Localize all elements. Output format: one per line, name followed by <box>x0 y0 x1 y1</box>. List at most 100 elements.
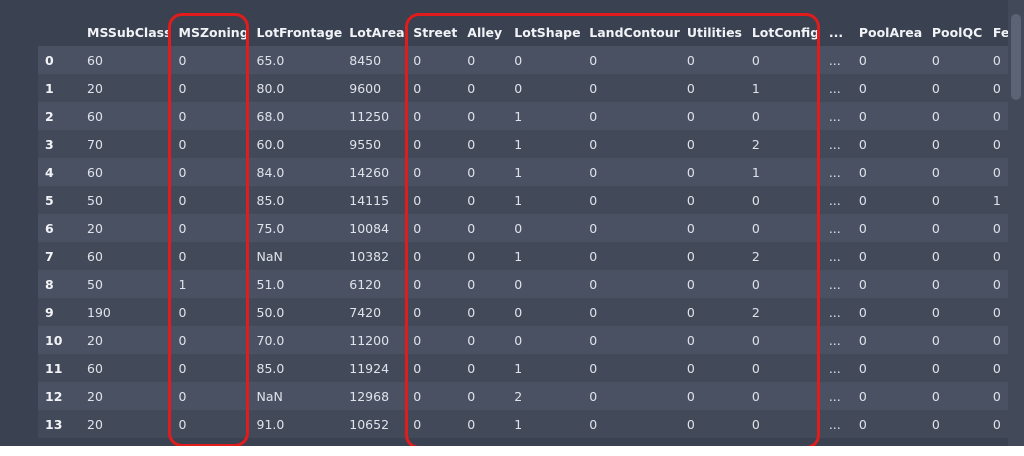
table-cell: 0 <box>751 360 760 376</box>
table-cell: 0 <box>514 80 523 96</box>
table-cell: 0 <box>589 192 598 208</box>
table-cell: 50 <box>87 192 103 208</box>
table-row: 5 50 0 85.0 14115 0 0 1 0 0 0... 0 0 1 <box>38 186 1016 214</box>
table-cell: ... <box>828 388 841 404</box>
table-cell: 0 <box>589 80 598 96</box>
table-cell: 0 <box>589 388 598 404</box>
table-row: 2 60 0 68.0 11250 0 0 1 0 0 0... 0 0 0 <box>38 102 1016 130</box>
table-cell: 60 <box>87 52 103 68</box>
column-header-street: Street <box>413 24 458 40</box>
table-cell: 9600 <box>349 80 382 96</box>
table-cell: 0 <box>467 416 476 432</box>
table-cell: 14115 <box>349 192 390 208</box>
table-cell: 0 <box>751 192 760 208</box>
table-cell: 11250 <box>349 108 390 124</box>
table-cell: ... <box>828 304 841 320</box>
table-cell: 0 <box>931 332 940 348</box>
table-cell: ... <box>828 136 841 152</box>
table-cell: 0 <box>413 360 422 376</box>
table-cell: 0 <box>686 80 695 96</box>
table-cell: 0 <box>931 276 940 292</box>
table-cell: 0 <box>589 276 598 292</box>
table-cell: 60 <box>87 164 103 180</box>
table-cell: 0 <box>686 332 695 348</box>
table-cell: 0 <box>686 136 695 152</box>
table-cell: 0 <box>467 52 476 68</box>
table-cell: 70.0 <box>256 332 285 348</box>
table-cell: 0 <box>858 416 867 432</box>
table-row: 10 20 0 70.0 11200 0 0 0 0 0 0... 0 0 0 <box>38 326 1016 354</box>
table-row: 6 20 0 75.0 10084 0 0 0 0 0 0... 0 0 0 <box>38 214 1016 242</box>
table-cell: 0 <box>467 108 476 124</box>
table-cell: 0 <box>751 52 760 68</box>
table-cell: 75.0 <box>256 220 285 236</box>
table-cell: 9550 <box>349 136 382 152</box>
ellipsis-header: ... <box>828 24 844 40</box>
vertical-scrollbar[interactable] <box>1008 0 1024 446</box>
table-cell: 0 <box>858 304 867 320</box>
table-cell: 1 <box>514 360 523 376</box>
table-cell: 0 <box>467 304 476 320</box>
column-header-alley: Alley <box>467 24 503 40</box>
table-cell: 60 <box>87 108 103 124</box>
table-cell: 0 <box>858 52 867 68</box>
table-cell: 0 <box>858 248 867 264</box>
table-cell: 0 <box>514 220 523 236</box>
table-cell: 0 <box>931 220 940 236</box>
table-cell: 0 <box>467 248 476 264</box>
table-cell: 14260 <box>349 164 390 180</box>
table-cell: 0 <box>467 332 476 348</box>
table-cell: 80.0 <box>256 80 285 96</box>
table-cell: 60.0 <box>256 136 285 152</box>
table-cell: 0 <box>589 164 598 180</box>
table-cell: 0 <box>858 220 867 236</box>
table-row: 7 60 0 NaN 10382 0 0 1 0 0 2... 0 0 0 <box>38 242 1016 270</box>
table-cell: 0 <box>751 332 760 348</box>
table-cell: 1 <box>514 164 523 180</box>
table-cell: 0 <box>589 360 598 376</box>
table-row: 4 60 0 84.0 14260 0 0 1 0 0 1... 0 0 0 <box>38 158 1016 186</box>
table-cell: 0 <box>751 276 760 292</box>
column-header-lotconfig: LotConfig <box>751 24 820 40</box>
table-cell: 85.0 <box>256 192 285 208</box>
table-cell: ... <box>828 416 841 432</box>
column-header-mszoning: MSZoning <box>178 24 249 40</box>
table-cell: 0 <box>514 304 523 320</box>
table-cell: 0 <box>413 416 422 432</box>
table-cell: 0 <box>686 164 695 180</box>
table-cell: ... <box>828 164 841 180</box>
scrollbar-thumb[interactable] <box>1011 14 1021 100</box>
table-cell: ... <box>828 192 841 208</box>
column-header-lotshape: LotShape <box>514 24 581 40</box>
column-header-utilities: Utilities <box>686 24 742 40</box>
table-cell: 51.0 <box>256 276 285 292</box>
table-cell: 0 <box>589 248 598 264</box>
column-header-poolqc: PoolQC <box>931 24 983 40</box>
table-cell: 1 <box>751 164 760 180</box>
table-cell: 0 <box>589 304 598 320</box>
table-cell: 0 <box>178 360 187 376</box>
table-cell: 50.0 <box>256 304 285 320</box>
column-header-mssubclass: MSSubClass <box>87 24 172 40</box>
dataframe-table: MSSubClass MSZoning LotFrontage LotArea Stre… <box>38 18 1016 438</box>
table-cell: 0 <box>178 108 187 124</box>
table-cell: 0 <box>413 192 422 208</box>
column-header-lotfrontage: LotFrontage <box>256 24 343 40</box>
table-row: 1 20 0 80.0 9600 0 0 0 0 0 1... 0 0 0 <box>38 74 1016 102</box>
table-cell: 0 <box>858 164 867 180</box>
row-index: 6 <box>45 220 54 236</box>
table-cell: 0 <box>589 332 598 348</box>
dataframe-output-panel: MSSubClass MSZoning LotFrontage LotArea Stre… <box>0 0 1024 446</box>
row-index: 1 <box>45 80 54 96</box>
table-cell: 0 <box>467 80 476 96</box>
table-cell: 0 <box>413 136 422 152</box>
table-cell: 0 <box>931 164 940 180</box>
table-cell: 0 <box>931 192 940 208</box>
table-cell: ... <box>828 332 841 348</box>
table-cell: 85.0 <box>256 360 285 376</box>
row-index: 9 <box>45 304 54 320</box>
table-cell: 0 <box>514 52 523 68</box>
column-header-landcontour: LandContour <box>589 24 680 40</box>
table-cell: 0 <box>931 248 940 264</box>
table-cell: 2 <box>751 248 760 264</box>
